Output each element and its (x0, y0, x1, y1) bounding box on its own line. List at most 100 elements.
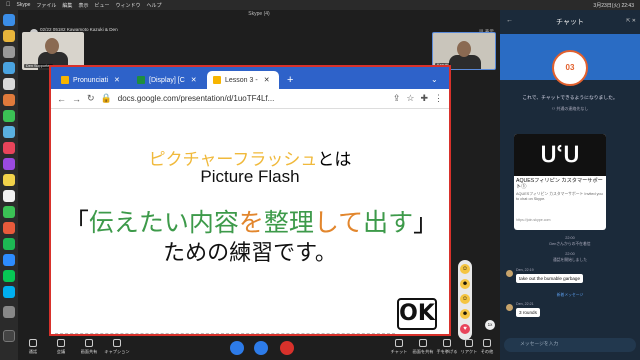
maps-icon[interactable] (3, 126, 15, 138)
menu-edit[interactable]: 編集 (62, 2, 72, 9)
more-button[interactable]: その他 (472, 339, 502, 355)
music-icon[interactable] (3, 142, 15, 154)
hangup-button[interactable] (280, 341, 294, 355)
chat-title: チャット (556, 19, 584, 26)
message-input[interactable]: メッセージを入力 (504, 338, 636, 352)
slide-subtitle: Picture Flash (200, 167, 300, 186)
mail-icon[interactable] (3, 78, 15, 90)
share-screen-icon (419, 339, 427, 347)
sheets-icon (137, 76, 145, 84)
safari-icon[interactable] (3, 62, 15, 74)
speed-badge[interactable]: 1x (485, 320, 495, 330)
launchpad-icon[interactable] (3, 46, 15, 58)
slide-main-line: 「伝えたい内容を整理して出す」 (61, 203, 441, 239)
new-tab-icon[interactable]: + (287, 74, 293, 86)
menu-view[interactable]: 表示 (78, 2, 88, 9)
menu-dots-icon[interactable]: ⋮ (434, 93, 443, 104)
phone-icon (29, 339, 37, 347)
share-icon[interactable]: ⇪ (393, 93, 401, 104)
photos-icon[interactable] (3, 94, 15, 106)
sys-missed-call: Denさんからの不在着信 (549, 242, 591, 246)
chrome-icon[interactable] (3, 30, 15, 42)
msg1-sender: Den, 22:19 (516, 268, 534, 272)
word-shite: して (313, 209, 364, 237)
smile-reaction-icon[interactable]: ☺ (460, 264, 470, 274)
msg1-bubble[interactable]: take out the bumable garbage (516, 274, 584, 283)
extensions-icon[interactable]: ✚ (420, 93, 428, 104)
close-icon[interactable]: ✕ (114, 76, 120, 84)
back-icon[interactable]: ← (57, 94, 66, 104)
new-messages-divider: 新着メッセージ (556, 293, 584, 297)
menu-help[interactable]: ヘルプ (146, 2, 161, 9)
trash-icon[interactable] (3, 330, 15, 342)
close-icon[interactable]: ✕ (264, 76, 270, 84)
line-icon[interactable] (3, 270, 15, 282)
invite-card[interactable]: ՍՙՍ AQUESフィリピン カスタマーサポート① AQUESフィリピン カスタ… (514, 134, 606, 230)
calendar-icon[interactable] (3, 190, 15, 202)
toolbar-label: チャット (390, 349, 408, 354)
sad-reaction-icon[interactable]: ☻ (460, 279, 470, 289)
self-person-face (45, 38, 59, 54)
facetime-icon[interactable] (3, 206, 15, 218)
browser-tab-1[interactable]: Pronunciati ✕ (55, 71, 127, 89)
card-description: AQUESフィリピン カスタマーサポート Invited you to chat… (516, 192, 603, 201)
lock-icon[interactable]: 🔒 (101, 93, 112, 104)
apple-icon[interactable]:  (6, 2, 11, 8)
skype-icon[interactable] (3, 286, 15, 298)
menu-app-name[interactable]: Skype (17, 2, 31, 8)
close-icon[interactable]: ✕ (191, 76, 197, 84)
bookmark-icon[interactable]: ☆ (406, 93, 414, 104)
msg2-bubble[interactable]: 3 rounds (516, 308, 540, 317)
sys-time-2: 22:00 (565, 252, 575, 256)
laugh-reaction-icon[interactable]: ☻ (460, 309, 470, 319)
browser-tab-2[interactable]: [Display] [C ✕ (131, 71, 203, 89)
settings-icon[interactable] (3, 306, 15, 318)
notes-icon[interactable] (3, 174, 15, 186)
ok-stamp: OK (397, 298, 437, 330)
meeting-icon (57, 339, 65, 347)
meeting-button[interactable]: 会議 (46, 339, 76, 355)
sender-avatar[interactable] (506, 304, 513, 311)
bracket-close: 」 (413, 209, 439, 237)
hand-icon (443, 339, 451, 347)
reload-icon[interactable]: ↻ (87, 93, 95, 104)
slides-icon (213, 76, 221, 84)
screen-icon (85, 339, 93, 347)
msg2-sender: Den, 22:21 (516, 302, 534, 306)
tab-menu-icon[interactable]: ⌄ (431, 75, 438, 84)
video-button[interactable] (254, 341, 268, 355)
mic-button[interactable] (230, 341, 244, 355)
zoom-icon[interactable] (3, 254, 15, 266)
reminders-icon[interactable] (3, 222, 15, 234)
menu-window[interactable]: ウィンドウ (115, 2, 140, 9)
sender-avatar[interactable] (506, 270, 513, 277)
call-button[interactable]: 通話 (18, 339, 48, 355)
word-naiyou: 内容 (188, 209, 239, 237)
podcasts-icon[interactable] (3, 158, 15, 170)
clock[interactable]: 3月23日(火) 22:43 (593, 2, 634, 9)
heart-reaction-icon[interactable]: ♥ (460, 324, 470, 334)
forward-icon[interactable]: → (72, 94, 81, 104)
bracket-open: 「 (63, 209, 89, 237)
address-bar[interactable]: docs.google.com/presentation/d/1uoTF4Lf.… (118, 94, 387, 103)
window-title: Skype (4) (248, 11, 270, 17)
finder-icon[interactable] (3, 14, 15, 26)
tab-label: Lesson 3 - (225, 76, 258, 84)
browser-tab-3[interactable]: Lesson 3 - ✕ (207, 71, 279, 89)
word-dasu: 出す (363, 209, 414, 237)
menu-bar:  Skype ファイル 編集 表示 ビュー ウィンドウ ヘルプ 3月23日(火… (0, 0, 640, 10)
spotify-icon[interactable] (3, 238, 15, 250)
surprised-reaction-icon[interactable]: ☺ (460, 294, 470, 304)
chat-actions-icon[interactable]: ⇱ ✕ (626, 18, 636, 24)
reactions-panel: ☺ ☻ ☺ ☻ ♥ (458, 260, 472, 340)
toolbar-label: その他 (480, 349, 494, 354)
menu-file[interactable]: ファイル (36, 2, 56, 9)
caption-button[interactable]: キャプション (102, 339, 132, 355)
screen-share-button[interactable]: 画面共有 (74, 339, 104, 355)
more-icon (483, 339, 491, 347)
card-url[interactable]: https://join.skype.com (516, 218, 604, 222)
toolbar-label: 画面を共有 (412, 349, 434, 354)
menu-view2[interactable]: ビュー (94, 2, 109, 9)
messages-icon[interactable] (3, 110, 15, 122)
toolbar-label: キャプション (104, 349, 130, 354)
